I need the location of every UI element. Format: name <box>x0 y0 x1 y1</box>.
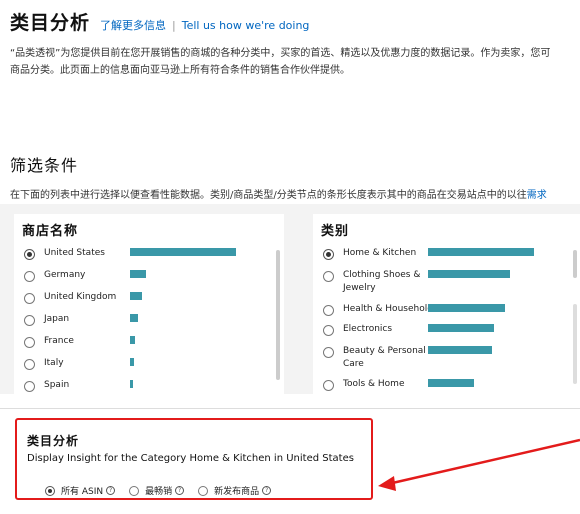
filter-section: 筛选条件 在下面的列表中进行选择以便查看性能数据。类别/商品类型/分类节点的条形… <box>10 152 580 201</box>
store-volume-bar <box>130 336 135 344</box>
store-option-label: Japan <box>44 314 70 324</box>
radio-button[interactable] <box>24 381 35 392</box>
learn-more-link[interactable]: 了解更多信息 <box>100 17 166 33</box>
store-option[interactable]: Germany <box>24 269 85 282</box>
help-icon[interactable]: ? <box>106 486 116 495</box>
category-volume-bar <box>428 304 505 312</box>
category-option-label: Health & Household <box>343 304 433 314</box>
page-title: 类目分析 <box>10 12 91 34</box>
radio-button[interactable] <box>323 380 334 391</box>
store-option-label: United States <box>44 248 105 258</box>
radio-button[interactable] <box>24 293 35 304</box>
store-option[interactable]: Italy <box>24 357 64 370</box>
store-option[interactable]: United Kingdom <box>24 291 116 304</box>
radio-button[interactable] <box>45 485 55 496</box>
category-option-label: Electronics <box>343 324 393 334</box>
store-volume-bar <box>130 314 138 322</box>
category-volume-bar <box>428 270 510 278</box>
store-volume-bar <box>130 248 236 256</box>
insight-option-label: 最畅销 <box>145 487 173 497</box>
category-option[interactable]: Beauty & Personal Care <box>323 345 426 371</box>
insight-title: 类目分析 <box>27 434 80 448</box>
category-option[interactable]: Electronics <box>323 323 392 336</box>
page-description: “品类透视”为您提供目前在您开展销售的商城的各种分类中，买家的首选、精选以及优惠… <box>10 48 551 76</box>
filter-description: 在下面的列表中进行选择以便查看性能数据。类别/商品类型/分类节点的条形长度表示其… <box>10 190 547 201</box>
radio-button[interactable] <box>323 325 334 336</box>
store-panel: 商店名称 United States Germany United Kingdom J… <box>14 214 284 394</box>
radio-button[interactable] <box>323 347 334 358</box>
filter-title: 筛选条件 <box>10 156 79 175</box>
category-option-label: Beauty & Personal Care <box>343 346 426 369</box>
store-volume-bar <box>130 358 134 366</box>
store-option[interactable]: United States <box>24 247 105 260</box>
store-option-label: Italy <box>44 358 64 368</box>
radio-button[interactable] <box>198 485 209 496</box>
category-volume-bar <box>428 324 494 332</box>
category-option[interactable]: Health & Household <box>323 303 433 316</box>
insight-option-label: 所有 ASIN <box>61 487 104 497</box>
section-divider <box>0 408 580 409</box>
store-option[interactable]: France <box>24 335 74 348</box>
insight-options: 所有 ASIN? 最畅销? 新发布商品? <box>45 484 285 497</box>
store-volume-bar <box>130 270 146 278</box>
category-option[interactable]: Clothing Shoes & Jewelry <box>323 269 420 295</box>
category-volume-bar <box>428 379 474 387</box>
radio-button[interactable] <box>323 305 334 316</box>
category-option-label: Home & Kitchen <box>343 248 417 258</box>
insight-option[interactable]: 所有 ASIN? <box>45 484 116 497</box>
category-option-label: Tools & Home <box>343 379 405 389</box>
help-icon[interactable]: ? <box>175 486 185 495</box>
store-option-label: France <box>44 336 74 346</box>
store-panel-title: 商店名称 <box>22 224 79 239</box>
demand-link[interactable]: 需求 <box>527 190 547 201</box>
category-scrollbar-track[interactable] <box>573 304 577 384</box>
store-volume-bar <box>130 292 142 300</box>
category-volume-bar <box>428 248 534 256</box>
category-panel-title: 类别 <box>321 224 350 239</box>
filter-panels: 商店名称 United States Germany United Kingdom J… <box>0 204 580 394</box>
insight-option-label: 新发布商品 <box>214 487 260 497</box>
feedback-link[interactable]: Tell us how we're doing <box>182 19 310 32</box>
store-option-label: Germany <box>44 270 86 280</box>
store-option-label: United Kingdom <box>44 292 117 302</box>
store-scrollbar[interactable] <box>276 250 280 380</box>
store-volume-bar <box>130 380 133 388</box>
store-option-label: Spain <box>44 380 70 390</box>
category-panel: 类别 Home & Kitchen Clothing Shoes & Jewelry… <box>313 214 580 394</box>
radio-button[interactable] <box>24 249 35 260</box>
category-scrollbar[interactable] <box>573 250 577 278</box>
title-separator: | <box>172 19 176 32</box>
radio-button[interactable] <box>129 485 140 496</box>
store-option[interactable]: Japan <box>24 313 69 326</box>
radio-button[interactable] <box>323 249 334 260</box>
category-option[interactable]: Tools & Home <box>323 378 405 391</box>
category-volume-bar <box>428 346 492 354</box>
radio-button[interactable] <box>24 315 35 326</box>
insight-option[interactable]: 最畅销? <box>129 484 185 497</box>
help-icon[interactable]: ? <box>262 486 272 495</box>
store-option[interactable]: Spain <box>24 379 69 392</box>
radio-button[interactable] <box>323 271 334 282</box>
category-option-label: Clothing Shoes & Jewelry <box>343 270 421 293</box>
radio-button[interactable] <box>24 359 35 370</box>
radio-button[interactable] <box>24 337 35 348</box>
insight-option[interactable]: 新发布商品? <box>198 484 272 497</box>
page-header: 类目分析 了解更多信息 | Tell us how we're doing “品… <box>10 8 580 79</box>
radio-button[interactable] <box>24 271 35 282</box>
insight-subtitle: Display Insight for the Category Home & … <box>27 453 354 464</box>
category-option[interactable]: Home & Kitchen <box>323 247 416 260</box>
category-insight-box: 类目分析 Display Insight for the Category Ho… <box>15 418 373 500</box>
